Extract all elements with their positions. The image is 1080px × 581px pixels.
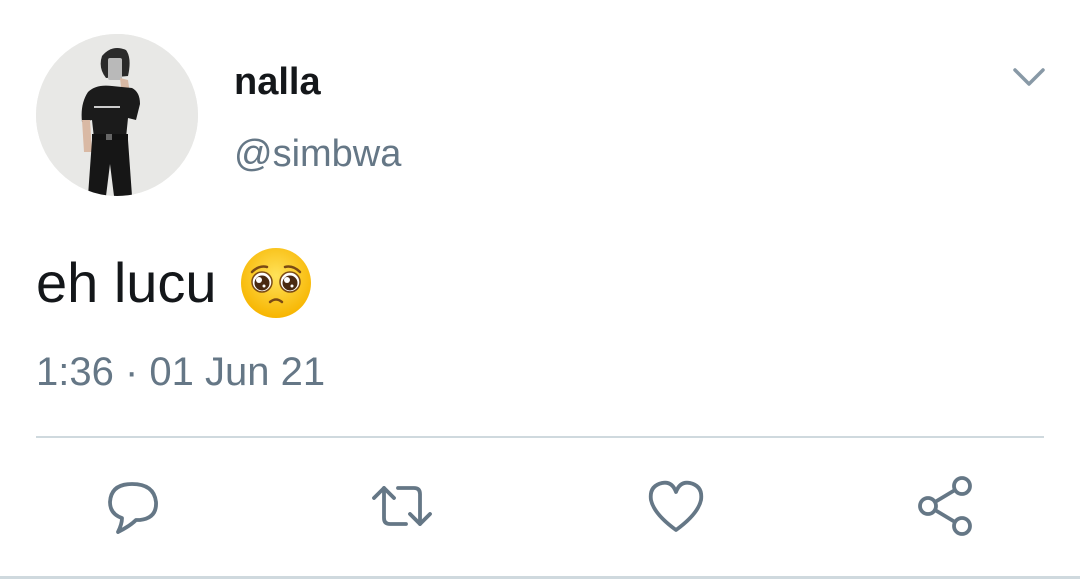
tweet-text-row: eh lucu	[36, 248, 313, 318]
pleading-face-emoji	[239, 246, 313, 320]
reply-icon[interactable]	[102, 474, 166, 538]
share-icon[interactable]	[914, 474, 978, 538]
display-name[interactable]: nalla	[234, 58, 321, 106]
chevron-down-icon[interactable]	[1010, 62, 1048, 92]
profile-photo	[36, 34, 198, 196]
heart-icon[interactable]	[644, 474, 708, 538]
bottom-border	[0, 576, 1080, 579]
divider	[36, 436, 1044, 438]
tweet-text: eh lucu	[36, 251, 217, 314]
user-handle[interactable]: @simbwa	[234, 130, 401, 178]
avatar[interactable]	[36, 34, 198, 196]
tweet-timestamp[interactable]: 1:36 · 01 Jun 21	[36, 346, 325, 398]
retweet-icon[interactable]	[370, 474, 434, 538]
